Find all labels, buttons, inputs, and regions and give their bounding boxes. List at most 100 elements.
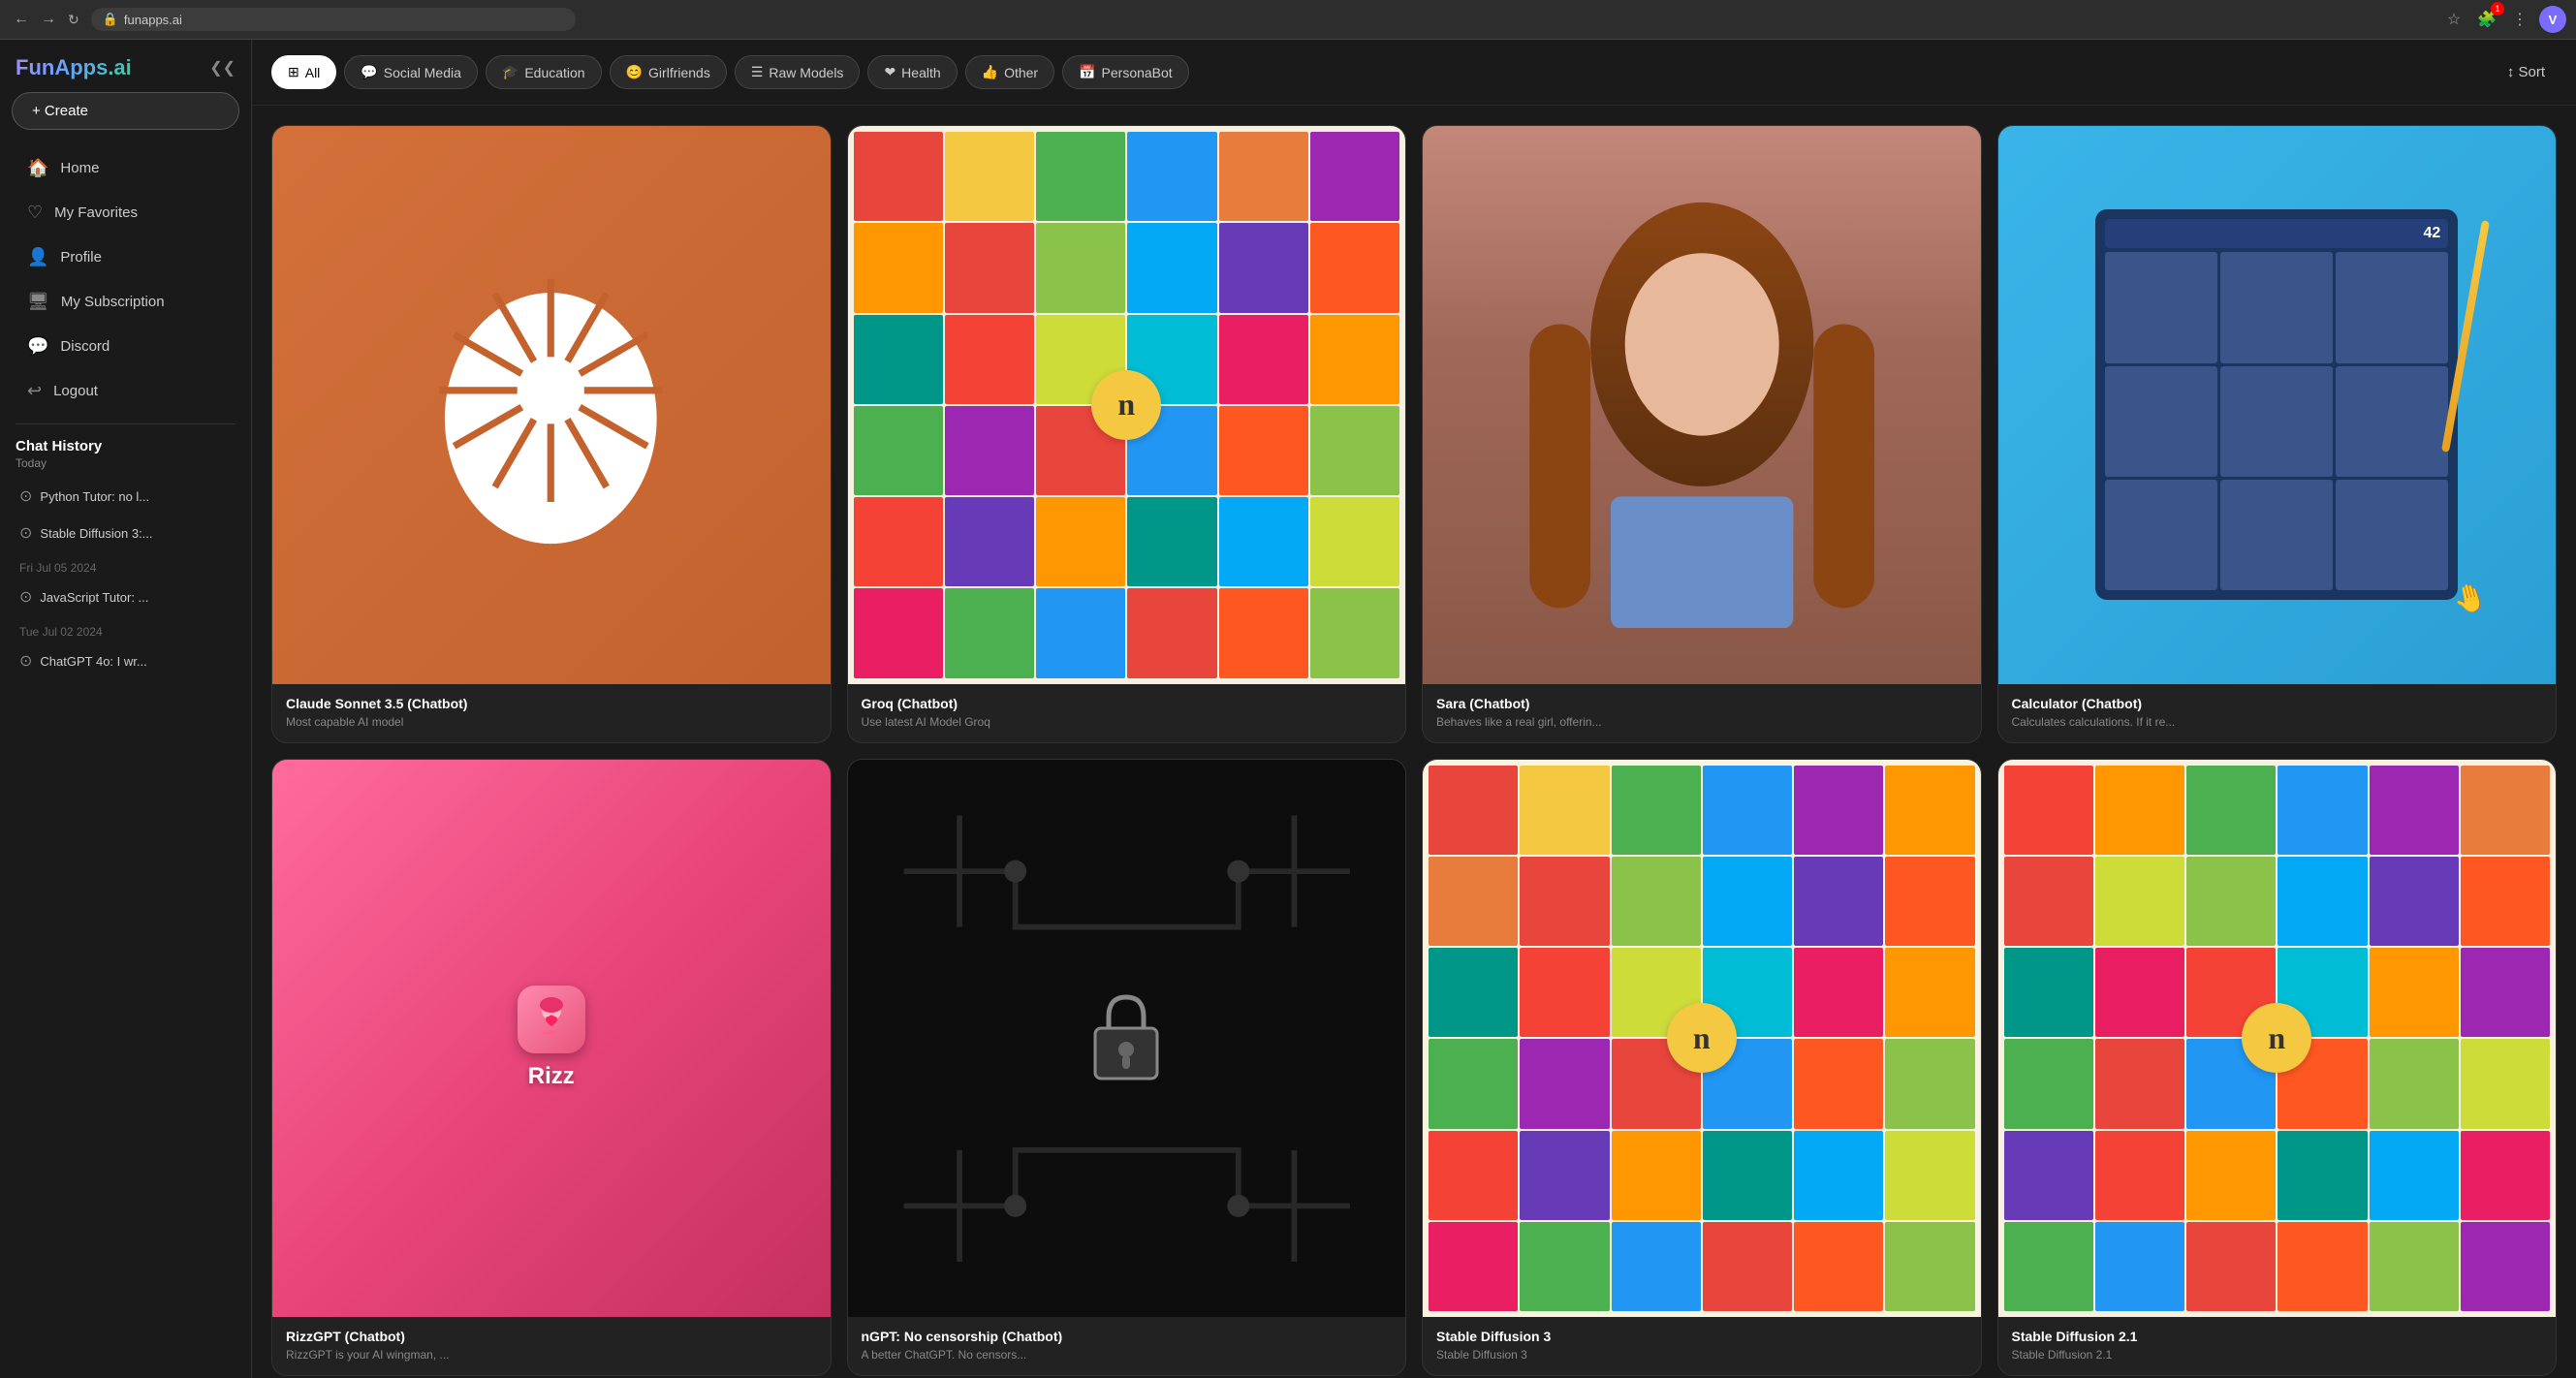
tab-raw-models[interactable]: ☰ Raw Models bbox=[735, 55, 861, 89]
sidebar-item-profile[interactable]: 👤 Profile bbox=[8, 235, 243, 279]
app-name-sara: Sara (Chatbot) bbox=[1436, 696, 1967, 711]
sort-button[interactable]: ↕ Sort bbox=[2496, 56, 2557, 88]
back-button[interactable]: ← bbox=[10, 9, 33, 30]
lock-icon: 🔒 bbox=[103, 12, 118, 27]
chat-item-stable-diffusion[interactable]: ⊙ Stable Diffusion 3:... ⋮ bbox=[16, 515, 236, 551]
chat-icon-3: ⊙ bbox=[19, 587, 32, 607]
app-info-sara: Sara (Chatbot) Behaves like a real girl,… bbox=[1423, 684, 1981, 742]
app-card-claude[interactable]: Claude Sonnet 3.5 (Chatbot) Most capable… bbox=[271, 125, 832, 743]
sd21-n-letter: n bbox=[2268, 1020, 2285, 1056]
sidebar-nav: 🏠 Home ♡ My Favorites 👤 Profile 🖥 My Sub… bbox=[0, 145, 251, 414]
sidebar-header: FunApps.ai ❮❮ bbox=[0, 51, 251, 92]
sidebar-divider bbox=[16, 423, 236, 424]
sidebar-item-discord[interactable]: 💬 Discord bbox=[8, 325, 243, 368]
tab-health-label: Health bbox=[901, 65, 940, 80]
sidebar-item-subscription[interactable]: 🖥 My Subscription bbox=[8, 280, 243, 324]
tab-social-media[interactable]: 💬 Social Media bbox=[344, 55, 478, 89]
all-icon: ⊞ bbox=[288, 64, 299, 80]
tab-girlfriends-label: Girlfriends bbox=[648, 65, 710, 80]
app-desc-sd3: Stable Diffusion 3 bbox=[1436, 1348, 1967, 1362]
settings-button[interactable]: ⋮ bbox=[2506, 6, 2533, 33]
chat-icon-2: ⊙ bbox=[19, 523, 32, 543]
app-name-ngpt: nGPT: No censorship (Chatbot) bbox=[862, 1329, 1393, 1344]
sd3-n-letter: n bbox=[1693, 1020, 1711, 1056]
tab-other[interactable]: 👍 Other bbox=[965, 55, 1054, 89]
category-tabs: ⊞ All 💬 Social Media 🎓 Education 😊 Girlf… bbox=[252, 40, 2576, 106]
app-info-calc: Calculator (Chatbot) Calculates calculat… bbox=[1998, 684, 2557, 742]
profile-avatar-button[interactable]: V bbox=[2539, 6, 2566, 33]
forward-button[interactable]: → bbox=[37, 9, 60, 30]
groq-n-letter: n bbox=[1117, 387, 1135, 423]
chat-item-javascript-tutor[interactable]: ⊙ JavaScript Tutor: ... ⋮ bbox=[16, 579, 236, 615]
app-name-calc: Calculator (Chatbot) bbox=[2012, 696, 2543, 711]
svg-text:NO CENSORSHIP: NO CENSORSHIP bbox=[1100, 1080, 1153, 1081]
chat-icon-1: ⊙ bbox=[19, 486, 32, 506]
chat-date-fri: Fri Jul 05 2024 bbox=[16, 551, 236, 579]
tab-personabot-label: PersonaBot bbox=[1102, 65, 1173, 80]
app-grid: Claude Sonnet 3.5 (Chatbot) Most capable… bbox=[252, 106, 2576, 1378]
app-card-groq[interactable]: n Groq (Chatbot) Use latest AI Model Gro… bbox=[847, 125, 1407, 743]
sidebar-item-home[interactable]: 🏠 Home bbox=[8, 146, 243, 190]
tab-girlfriends[interactable]: 😊 Girlfriends bbox=[610, 55, 727, 89]
app-info-claude: Claude Sonnet 3.5 (Chatbot) Most capable… bbox=[272, 684, 831, 742]
app-card-ngpt[interactable]: NO CENSORSHIP nGPT: No censorship (Chatb… bbox=[847, 759, 1407, 1377]
personabot-icon: 📅 bbox=[1079, 64, 1095, 80]
sidebar-item-label-logout: Logout bbox=[53, 383, 98, 399]
app-image-groq: n bbox=[848, 126, 1406, 684]
tab-education[interactable]: 🎓 Education bbox=[486, 55, 602, 89]
tab-raw-models-label: Raw Models bbox=[769, 65, 843, 80]
girlfriends-icon: 😊 bbox=[626, 64, 643, 80]
bookmark-button[interactable]: ☆ bbox=[2440, 6, 2467, 33]
app-image-claude bbox=[272, 126, 831, 684]
tab-education-label: Education bbox=[524, 65, 584, 80]
chat-item-python-tutor[interactable]: ⊙ Python Tutor: no l... ⋮ bbox=[16, 478, 236, 515]
sidebar-item-label-subscription: My Subscription bbox=[61, 294, 165, 310]
extensions-button[interactable]: 🧩 bbox=[2473, 6, 2500, 33]
address-bar[interactable]: 🔒 funapps.ai bbox=[91, 8, 576, 31]
app-desc-sd21: Stable Diffusion 2.1 bbox=[2012, 1348, 2543, 1362]
app-card-calc[interactable]: 42 bbox=[1997, 125, 2558, 743]
tab-all[interactable]: ⊞ All bbox=[271, 55, 336, 89]
app-info-rizz: RizzGPT (Chatbot) RizzGPT is your AI win… bbox=[272, 1317, 831, 1375]
chat-icon-4: ⊙ bbox=[19, 651, 32, 671]
app-card-sara[interactable]: Sara (Chatbot) Behaves like a real girl,… bbox=[1422, 125, 1982, 743]
browser-nav-buttons: ← → ↻ bbox=[10, 9, 83, 30]
monitor-icon: 🖥 bbox=[27, 292, 49, 312]
app-desc-groq: Use latest AI Model Groq bbox=[862, 715, 1393, 729]
tab-health[interactable]: ❤ Health bbox=[867, 55, 957, 89]
rizz-label: Rizz bbox=[528, 1063, 575, 1090]
chat-item-chatgpt4o[interactable]: ⊙ ChatGPT 4o: I wr... ⋮ bbox=[16, 642, 236, 679]
app-desc-rizz: RizzGPT is your AI wingman, ... bbox=[286, 1348, 817, 1362]
sidebar-item-label-favorites: My Favorites bbox=[54, 204, 138, 221]
app-image-calc: 42 bbox=[1998, 126, 2557, 684]
sidebar-toggle-button[interactable]: ❮❮ bbox=[209, 58, 236, 78]
app-image-sd21: n bbox=[1998, 760, 2557, 1318]
rizz-avatar-svg bbox=[527, 995, 576, 1044]
chat-history-section: Chat History Today ⊙ Python Tutor: no l.… bbox=[0, 434, 251, 683]
app-card-sd21[interactable]: n Stable Diffusion 2.1 Stable Diffusion … bbox=[1997, 759, 2558, 1377]
app-image-ngpt: NO CENSORSHIP bbox=[848, 760, 1406, 1318]
browser-chrome: ← → ↻ 🔒 funapps.ai ☆ 🧩 ⋮ V bbox=[0, 0, 2576, 40]
create-button[interactable]: + Create bbox=[12, 92, 239, 130]
app-card-rizz[interactable]: Rizz RizzGPT (Chatbot) RizzGPT is your A… bbox=[271, 759, 832, 1377]
chat-item-text-3: JavaScript Tutor: ... bbox=[40, 590, 208, 605]
chat-history-title: Chat History bbox=[16, 438, 236, 454]
app-layout: FunApps.ai ❮❮ + Create 🏠 Home ♡ My Favor… bbox=[0, 40, 2576, 1378]
tab-personabot[interactable]: 📅 PersonaBot bbox=[1062, 55, 1189, 89]
sidebar-item-logout[interactable]: ↩ Logout bbox=[8, 369, 243, 413]
tab-other-label: Other bbox=[1004, 65, 1038, 80]
reload-button[interactable]: ↻ bbox=[64, 10, 83, 30]
other-icon: 👍 bbox=[982, 64, 998, 80]
app-desc-claude: Most capable AI model bbox=[286, 715, 817, 729]
raw-models-icon: ☰ bbox=[751, 64, 764, 80]
app-info-ngpt: nGPT: No censorship (Chatbot) A better C… bbox=[848, 1317, 1406, 1375]
sidebar-item-favorites[interactable]: ♡ My Favorites bbox=[8, 191, 243, 235]
sidebar-item-label-profile: Profile bbox=[60, 249, 102, 266]
app-name-sd21: Stable Diffusion 2.1 bbox=[2012, 1329, 2543, 1344]
tab-social-label: Social Media bbox=[384, 65, 461, 80]
app-logo: FunApps.ai bbox=[16, 55, 132, 80]
sara-svg bbox=[1479, 182, 1925, 628]
app-desc-sara: Behaves like a real girl, offerin... bbox=[1436, 715, 1967, 729]
app-card-sd3[interactable]: n Stable Diffusion 3 Stable Diffusion 3 bbox=[1422, 759, 1982, 1377]
app-image-sd3: n bbox=[1423, 760, 1981, 1318]
